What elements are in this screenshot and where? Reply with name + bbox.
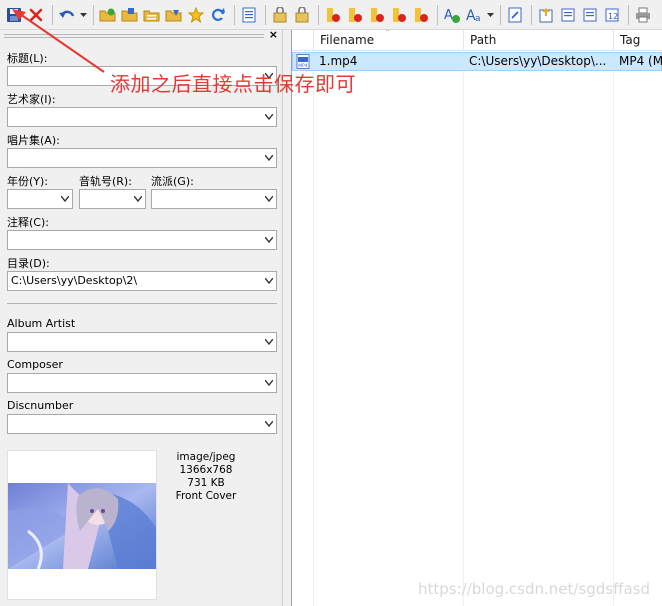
import-icon[interactable] [558,5,578,25]
sort-ascending-icon: ⌃ [384,30,391,37]
directory-value: C:\Users\yy\Desktop\2\ [11,274,138,287]
star-icon[interactable] [186,5,206,25]
annotation-text: 添加之后直接点击保存即可 [110,72,356,96]
action5-icon[interactable] [411,5,431,25]
export-icon[interactable] [536,5,556,25]
panel-splitter[interactable] [282,30,292,606]
svg-text:12: 12 [608,12,618,21]
column-divider [463,71,464,606]
chevron-down-icon[interactable] [265,278,273,284]
toolbar-separator [500,4,501,25]
cover-image [8,451,156,599]
remove-tag-icon[interactable] [26,5,46,25]
tag-panel: × 标题(L): 艺术家(I): 唱片集(A): 年份(Y): 音轨号(R): … [0,29,282,606]
action2-icon[interactable] [345,5,365,25]
year-field[interactable] [7,189,73,209]
cell-path: C:\Users\yy\Desktop\... [469,54,607,68]
comment-field[interactable] [7,230,277,250]
numbering-icon[interactable]: 12 [602,5,622,25]
genre-label: 流派(G): [151,175,194,188]
watermark: https://blog.csdn.net/sgdsffasd [418,580,650,598]
cover-size: 731 KB [187,477,225,489]
album-field[interactable] [7,148,277,168]
column-divider [313,71,314,606]
autofill-icon[interactable]: A [442,5,462,25]
artist-field[interactable] [7,107,277,127]
track-label: 音轨号(R): [79,175,132,188]
comment-label: 注释(C): [7,216,49,229]
album-artist-label: Album Artist [7,317,76,330]
cell-tag: MP4 (M [619,54,662,68]
toolbar-separator [318,4,319,25]
tag-from-filename-icon[interactable] [270,5,290,25]
toolbar-separator [265,4,266,25]
toolbar-separator [52,4,53,25]
action-icon[interactable] [323,5,343,25]
toolbar-separator [234,4,235,25]
case-icon[interactable]: Aa [464,5,484,25]
text-file-icon[interactable] [505,5,525,25]
chevron-down-icon[interactable] [134,196,142,202]
close-icon[interactable]: × [269,29,278,41]
divider [7,303,277,304]
filename-from-tag-icon[interactable] [292,5,312,25]
export2-icon[interactable] [580,5,600,25]
directory-field[interactable]: C:\Users\yy\Desktop\2\ [7,271,277,291]
panel-grip[interactable] [4,34,264,38]
open-folder-icon[interactable] [98,5,118,25]
toolbar-separator [628,4,629,25]
chevron-down-icon[interactable] [265,339,273,345]
action3-icon[interactable] [367,5,387,25]
toolbar-separator [531,4,532,25]
chevron-down-icon[interactable] [61,196,69,202]
add-folder-icon[interactable] [120,5,140,25]
album-label: 唱片集(A): [7,134,60,147]
directory-label: 目录(D): [7,257,50,270]
list-header: Filename ⌃ Path Tag [292,30,662,51]
artist-label: 艺术家(I): [7,93,56,106]
chevron-down-icon[interactable] [265,114,273,120]
chevron-down-icon[interactable] [265,196,273,202]
chevron-down-icon[interactable] [265,237,273,243]
playlist-icon[interactable] [142,5,162,25]
case-dropdown-icon[interactable] [486,5,494,25]
album-artist-field[interactable] [7,332,277,352]
toolbar-separator [93,4,94,25]
column-divider [613,71,614,606]
cover-art[interactable] [7,450,157,600]
column-header-tag[interactable]: Tag [614,30,662,51]
chevron-down-icon[interactable] [265,155,273,161]
refresh-icon[interactable] [208,5,228,25]
print-icon[interactable] [633,5,653,25]
chevron-down-icon[interactable] [265,421,273,427]
cover-info: image/jpeg 1366x768 731 KB Front Cover [166,451,246,503]
cover-type: Front Cover [175,490,237,502]
composer-field[interactable] [7,373,277,393]
undo-dropdown-icon[interactable] [79,5,87,25]
genre-field[interactable] [151,189,277,209]
action4-icon[interactable] [389,5,409,25]
undo-icon[interactable] [57,5,77,25]
track-field[interactable] [79,189,146,209]
cover-dimensions: 1366x768 [179,464,233,476]
discnumber-label: Discnumber [7,399,74,412]
cover-mime: image/jpeg [176,451,236,463]
svg-text:a: a [475,14,481,24]
column-header-path[interactable]: Path [464,30,614,51]
list-icon[interactable] [239,5,259,25]
toolbar: A Aa 12 [0,0,662,30]
panel-header: × [0,29,282,42]
title-label: 标题(L): [7,52,48,65]
discnumber-field[interactable] [7,414,277,434]
composer-label: Composer [7,358,63,371]
year-label: 年份(Y): [7,175,49,188]
favorites-icon[interactable] [164,5,184,25]
file-list: Filename ⌃ Path Tag MP4 1.mp4 C:\Users\y… [292,30,662,606]
chevron-down-icon[interactable] [265,380,273,386]
toolbar-separator [437,4,438,25]
save-icon[interactable] [4,5,24,25]
svg-text:A: A [444,8,453,23]
column-icon-header[interactable] [292,30,314,51]
